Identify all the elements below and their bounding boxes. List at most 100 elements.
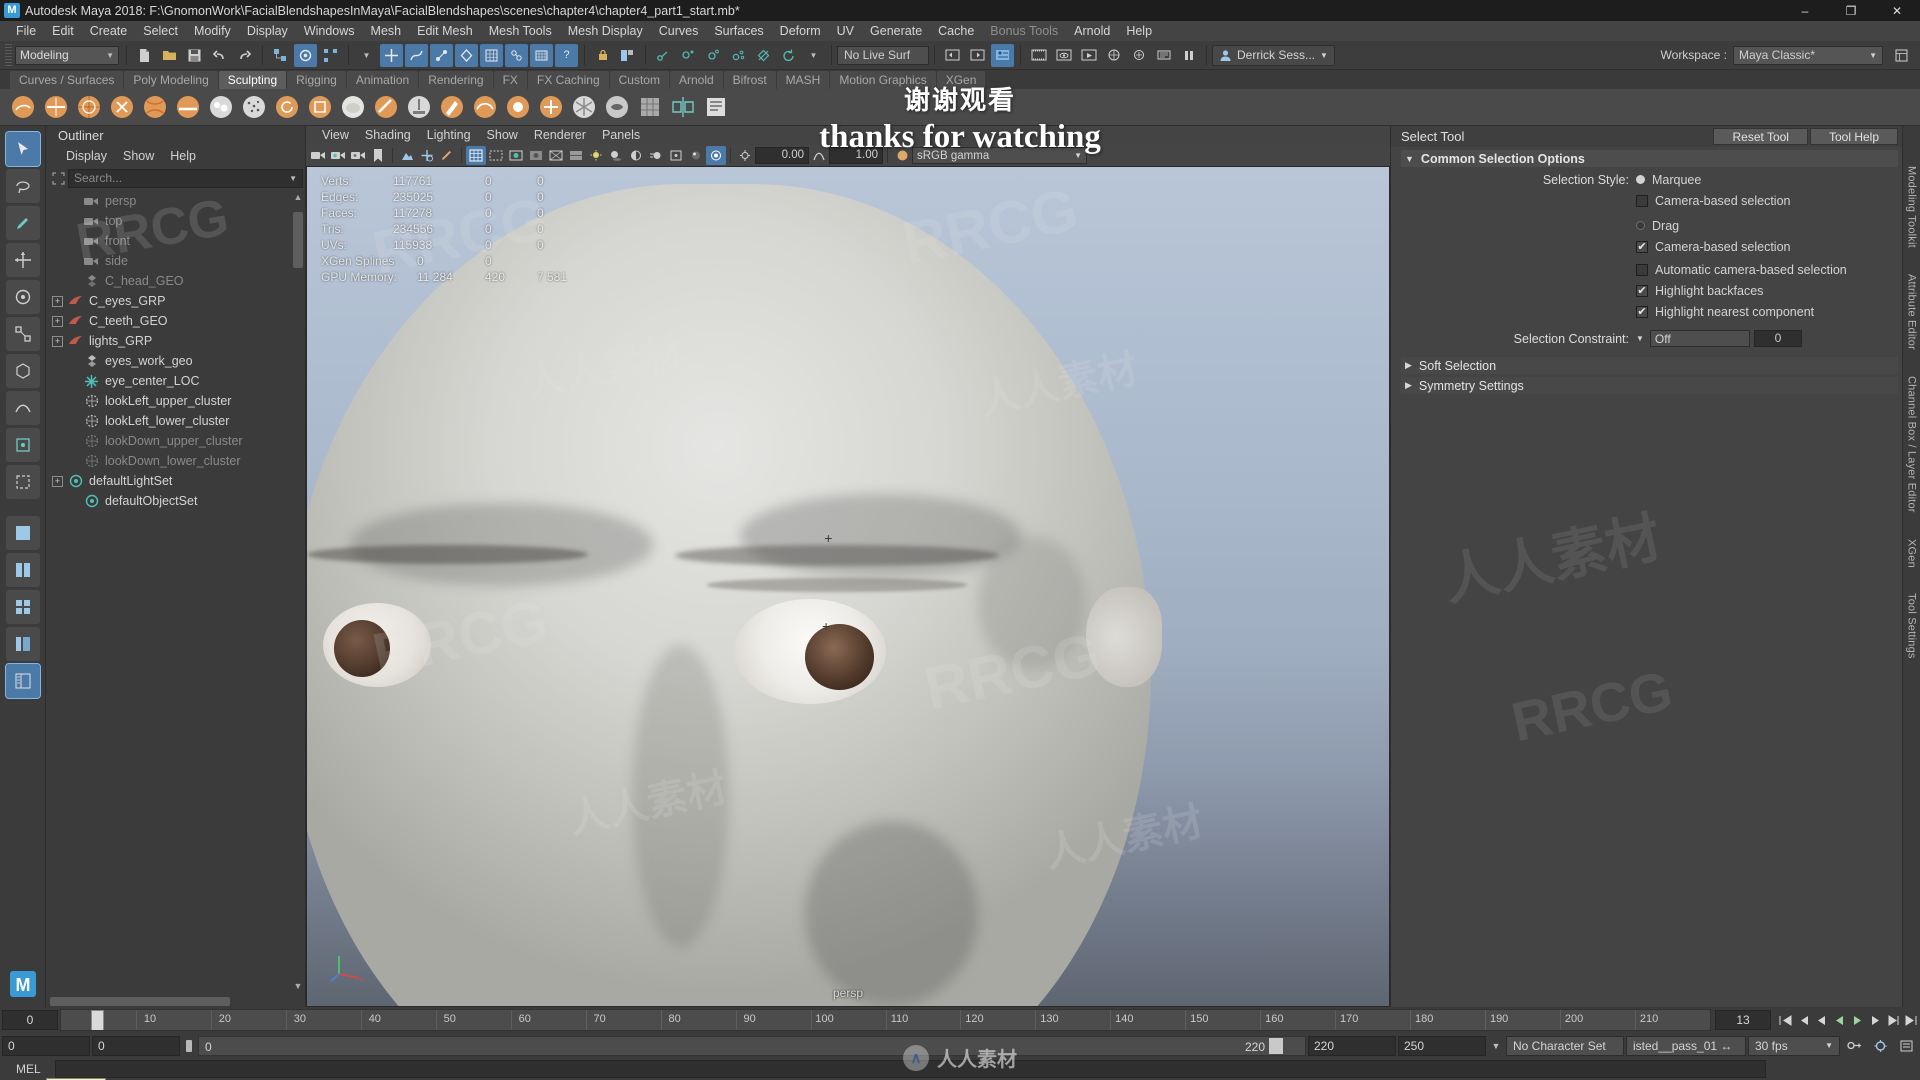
viewport-menu-lighting[interactable]: Lighting xyxy=(419,126,479,145)
render-settings-button[interactable] xyxy=(1152,44,1175,67)
grab-tool-icon[interactable] xyxy=(106,92,137,123)
anim-start-field[interactable]: 0 xyxy=(92,1035,180,1056)
scrape-tool-icon[interactable] xyxy=(370,92,401,123)
shelf-tab-rendering[interactable]: Rendering xyxy=(419,71,493,89)
ambient-occlusion-icon[interactable] xyxy=(626,146,646,165)
selection-constraint-dropdown[interactable]: Off xyxy=(1649,330,1750,347)
construction-history-button[interactable] xyxy=(652,44,675,67)
snap-grid2-button[interactable] xyxy=(530,43,553,67)
shelf-tab-poly-modeling[interactable]: Poly Modeling xyxy=(124,71,218,89)
wax-tool-icon[interactable] xyxy=(337,92,368,123)
menu-mesh-tools[interactable]: Mesh Tools xyxy=(481,21,560,41)
spray-tool-icon[interactable] xyxy=(238,92,269,123)
time-slider-ruler[interactable]: 10 20 30 40 50 60 70 80 90 100 110 120 130 140 150 160 1… xyxy=(60,1009,1711,1031)
history-dropdown[interactable]: ▼ xyxy=(802,44,825,67)
list-item[interactable]: lookDown_upper_cluster xyxy=(46,431,305,451)
menu-mesh-display[interactable]: Mesh Display xyxy=(560,21,651,41)
menu-edit[interactable]: Edit xyxy=(44,21,82,41)
highlight-nearest-checkbox[interactable]: ✔ xyxy=(1636,305,1648,318)
menu-help[interactable]: Help xyxy=(1118,21,1160,41)
current-frame-field-right[interactable]: 13 xyxy=(1715,1010,1771,1030)
select-by-hierarchy-button[interactable] xyxy=(269,44,292,67)
bookmark-icon[interactable] xyxy=(368,146,388,165)
smooth-shade-selected-icon[interactable] xyxy=(506,146,526,165)
menu-mesh[interactable]: Mesh xyxy=(363,21,410,41)
smooth-shade-all-icon[interactable] xyxy=(486,146,506,165)
preferences-button[interactable] xyxy=(1894,1039,1918,1053)
relax-tool-icon[interactable] xyxy=(73,92,104,123)
shelf-tab-bifrost[interactable]: Bifrost xyxy=(723,71,776,89)
select-filter-icon[interactable] xyxy=(48,171,68,185)
list-item[interactable]: defaultObjectSet xyxy=(46,491,305,511)
camera-settings-icon[interactable] xyxy=(348,146,368,165)
list-item[interactable]: + C_eyes_GRP xyxy=(46,291,305,311)
imprint-tool-icon[interactable] xyxy=(304,92,335,123)
range-slider-handle[interactable] xyxy=(1269,1037,1283,1054)
automatic-camera-based-checkbox[interactable] xyxy=(1636,263,1648,276)
vtab-channel-box[interactable]: Channel Box / Layer Editor xyxy=(1906,376,1918,513)
snap-uv-button[interactable] xyxy=(505,43,528,67)
mel-label[interactable]: MEL xyxy=(6,1062,51,1076)
outliner-menu-show[interactable]: Show xyxy=(115,146,162,166)
convert-tool-icon[interactable] xyxy=(634,92,665,123)
redo-button[interactable] xyxy=(233,44,256,67)
shelf-tab-mash[interactable]: MASH xyxy=(776,71,830,89)
drag-camera-based-checkbox[interactable]: ✔ xyxy=(1636,240,1648,253)
viewport-menu-panels[interactable]: Panels xyxy=(594,126,648,145)
scroll-down-icon[interactable]: ▼ xyxy=(293,981,303,991)
paint-select-tool-button[interactable] xyxy=(5,206,40,240)
menu-windows[interactable]: Windows xyxy=(296,21,363,41)
undo-button[interactable] xyxy=(208,44,231,67)
scroll-up-icon[interactable]: ▲ xyxy=(293,192,303,202)
all-connections-button[interactable] xyxy=(727,44,750,67)
shelf-tab-animation[interactable]: Animation xyxy=(346,71,419,89)
texture-display-icon[interactable] xyxy=(566,146,586,165)
reset-tool-button[interactable]: Reset Tool xyxy=(1713,128,1808,145)
two-d-pan-zoom-icon[interactable] xyxy=(417,146,437,165)
flat-shade-icon[interactable] xyxy=(526,146,546,165)
workspace-dropdown[interactable]: Maya Classic* ▼ xyxy=(1733,45,1883,65)
menu-deform[interactable]: Deform xyxy=(772,21,829,41)
snap-curve-button[interactable] xyxy=(405,43,428,67)
render-setup-button[interactable] xyxy=(616,44,639,67)
vtab-xgen[interactable]: XGen xyxy=(1906,539,1918,568)
list-item[interactable]: lookLeft_upper_cluster xyxy=(46,391,305,411)
show-hide-editors-right-button[interactable] xyxy=(966,44,989,67)
menu-cache[interactable]: Cache xyxy=(930,21,982,41)
expand-toggle-icon[interactable]: + xyxy=(52,295,63,307)
vtab-modeling-toolkit[interactable]: Modeling Toolkit xyxy=(1906,166,1918,248)
frame-soft-selection[interactable]: ▶ Soft Selection xyxy=(1401,357,1898,374)
shelf-tab-fx[interactable]: FX xyxy=(493,71,527,89)
frame-common-selection-options[interactable]: ▼ Common Selection Options xyxy=(1401,150,1898,167)
move-tool-button[interactable] xyxy=(5,243,40,277)
step-back-frame-button[interactable] xyxy=(1813,1011,1830,1029)
persp-outliner-layout-button[interactable] xyxy=(5,627,40,661)
color-profile-dropdown[interactable]: sRGB gamma ▼ xyxy=(912,147,1087,164)
ipr-render-button[interactable] xyxy=(1127,44,1150,67)
expand-toggle-icon[interactable]: + xyxy=(52,315,63,327)
outliner-menu-help[interactable]: Help xyxy=(162,146,204,166)
step-back-key-button[interactable] xyxy=(1795,1011,1812,1029)
sculpt-tool-icon[interactable] xyxy=(7,92,38,123)
list-item[interactable]: + defaultLightSet xyxy=(46,471,305,491)
shelf-tab-rigging[interactable]: Rigging xyxy=(287,71,346,89)
play-backwards-button[interactable] xyxy=(1831,1011,1848,1029)
no-connections-button[interactable] xyxy=(752,44,775,67)
shelf-tab-sculpting[interactable]: Sculpting xyxy=(218,71,287,89)
outliner-vertical-scrollbar[interactable]: ▲ ▼ xyxy=(293,192,303,991)
universal-manip-button[interactable] xyxy=(5,354,40,388)
minimize-button[interactable]: – xyxy=(1782,0,1828,21)
snap-point-button[interactable] xyxy=(430,43,453,67)
list-item[interactable]: eye_center_LOC xyxy=(46,371,305,391)
lock-button[interactable] xyxy=(591,44,614,67)
rotate-tool-button[interactable] xyxy=(5,280,40,314)
exposure-field[interactable]: 0.00 xyxy=(755,147,809,164)
grease-pencil-icon[interactable] xyxy=(437,146,457,165)
marquee-radio[interactable] xyxy=(1636,175,1645,184)
shaded-wireframe-icon[interactable] xyxy=(546,146,566,165)
shelf-tab-arnold[interactable]: Arnold xyxy=(669,71,723,89)
freeze-tool-icon[interactable] xyxy=(568,92,599,123)
smear-tool-icon[interactable] xyxy=(469,92,500,123)
history-refresh-button[interactable] xyxy=(777,44,800,67)
vtab-tool-settings[interactable]: Tool Settings xyxy=(1906,593,1918,659)
